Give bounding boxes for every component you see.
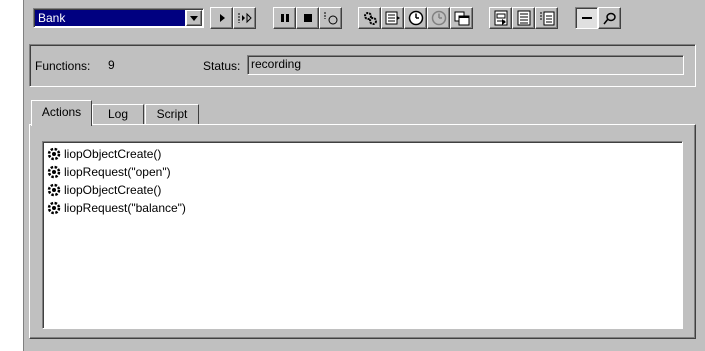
document-step-icon [540,11,554,26]
tab-panel-actions: liopObjectCreate() liopRequest("open") l… [29,124,696,339]
step-icon [238,12,252,24]
object-combo[interactable]: Bank [33,8,204,28]
status-value: recording [251,57,302,71]
pin-icon [602,12,616,25]
list-item[interactable]: liopObjectCreate() [47,146,682,162]
timer-disabled-button[interactable] [427,7,450,29]
tab-actions[interactable]: Actions [31,100,92,126]
record-button[interactable] [319,7,342,29]
step-button[interactable] [233,7,256,29]
list-item[interactable]: liopRequest("balance") [47,200,682,216]
options-button[interactable] [358,7,381,29]
clock-icon [408,10,423,26]
action-text: liopObjectCreate() [64,147,162,161]
tab-actions-label: Actions [41,105,82,119]
gear-icon [47,147,61,161]
gear-icon [47,183,61,197]
gear-icon [47,201,61,215]
toolbar: Bank [30,7,705,31]
stop-button[interactable] [296,7,319,29]
actions-list[interactable]: liopObjectCreate() liopRequest("open") l… [42,141,683,329]
tab-log-label: Log [107,107,129,121]
document-list-button[interactable] [512,7,535,29]
list-item[interactable]: liopObjectCreate() [47,182,682,198]
status-panel: Functions: 9 Status: recording [29,44,696,87]
functions-count: 9 [108,58,115,72]
combo-dropdown-button[interactable] [186,10,202,26]
pause-icon [280,14,289,22]
action-text: liopObjectCreate() [64,183,162,197]
record-icon [324,12,337,25]
document-list-icon [517,10,530,26]
gear-icon [47,165,61,179]
timer-button[interactable] [404,7,427,29]
chevron-down-icon [190,15,198,21]
tab-log[interactable]: Log [92,104,144,124]
clock-disabled-icon [431,10,446,26]
pause-button[interactable] [273,7,296,29]
list-icon [385,11,400,25]
play-icon [219,14,225,22]
document-button[interactable] [489,7,512,29]
list-button[interactable] [381,7,404,29]
minimize-icon [581,17,592,19]
gear-icon [363,12,377,25]
stop-icon [303,14,312,22]
tab-script-label: Script [156,107,188,121]
play-button[interactable] [210,7,233,29]
tab-script[interactable]: Script [145,104,199,124]
list-item[interactable]: liopRequest("open") [47,164,682,180]
action-text: liopRequest("balance") [64,201,186,215]
window-button[interactable] [450,7,473,29]
combo-value: Bank [35,10,185,26]
document-step-button[interactable] [535,7,558,29]
document-icon [494,10,507,26]
status-field: recording [247,55,684,75]
pin-button[interactable] [598,7,621,29]
recorder-window: Bank Functions: 9 Status: recording Acti… [23,0,705,351]
action-text: liopRequest("open") [64,165,171,179]
status-label: Status: [203,59,241,73]
functions-label: Functions: [35,59,91,73]
minimize-toggle[interactable] [575,7,598,29]
window-icon [454,11,469,26]
